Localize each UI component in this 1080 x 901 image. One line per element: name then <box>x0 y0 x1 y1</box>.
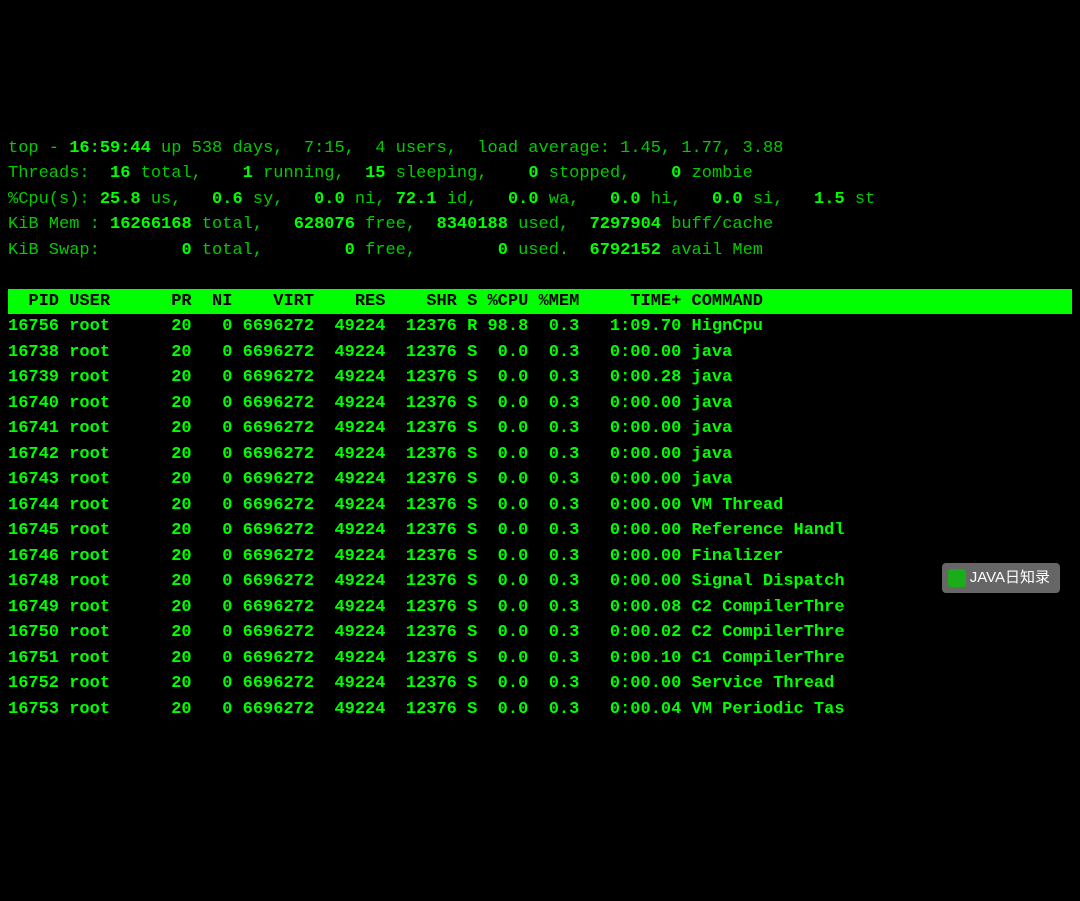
process-row: 16750 root 20 0 6696272 49224 12376 S 0.… <box>8 620 1072 646</box>
process-row: 16751 root 20 0 6696272 49224 12376 S 0.… <box>8 646 1072 672</box>
summary-line-4: KiB Mem : 16266168 total, 628076 free, 8… <box>8 215 773 234</box>
process-row: 16756 root 20 0 6696272 49224 12376 R 98… <box>8 314 1072 340</box>
process-table-header: PID USER PR NI VIRT RES SHR S %CPU %MEM … <box>8 289 1072 315</box>
process-table-body: 16756 root 20 0 6696272 49224 12376 R 98… <box>8 314 1072 722</box>
process-row: 16741 root 20 0 6696272 49224 12376 S 0.… <box>8 416 1072 442</box>
process-row: 16743 root 20 0 6696272 49224 12376 S 0.… <box>8 467 1072 493</box>
process-row: 16752 root 20 0 6696272 49224 12376 S 0.… <box>8 671 1072 697</box>
process-row: 16746 root 20 0 6696272 49224 12376 S 0.… <box>8 544 1072 570</box>
summary-line-5: KiB Swap: 0 total, 0 free, 0 used. 67921… <box>8 241 763 260</box>
watermark-text: JAVA日知录 <box>970 569 1050 586</box>
summary-line-3: %Cpu(s): 25.8 us, 0.6 sy, 0.0 ni, 72.1 i… <box>8 190 875 209</box>
process-row: 16749 root 20 0 6696272 49224 12376 S 0.… <box>8 595 1072 621</box>
terminal-output: top - 16:59:44 up 538 days, 7:15, 4 user… <box>8 110 1072 722</box>
process-row: 16742 root 20 0 6696272 49224 12376 S 0.… <box>8 442 1072 468</box>
process-row: 16738 root 20 0 6696272 49224 12376 S 0.… <box>8 340 1072 366</box>
process-row: 16745 root 20 0 6696272 49224 12376 S 0.… <box>8 518 1072 544</box>
process-row: 16744 root 20 0 6696272 49224 12376 S 0.… <box>8 493 1072 519</box>
process-row: 16748 root 20 0 6696272 49224 12376 S 0.… <box>8 569 1072 595</box>
process-row: 16740 root 20 0 6696272 49224 12376 S 0.… <box>8 391 1072 417</box>
summary-line-2: Threads: 16 total, 1 running, 15 sleepin… <box>8 164 753 183</box>
process-row: 16739 root 20 0 6696272 49224 12376 S 0.… <box>8 365 1072 391</box>
watermark-badge: JAVA日知录 <box>942 563 1060 594</box>
summary-line-1: top - 16:59:44 up 538 days, 7:15, 4 user… <box>8 139 783 158</box>
process-row: 16753 root 20 0 6696272 49224 12376 S 0.… <box>8 697 1072 723</box>
